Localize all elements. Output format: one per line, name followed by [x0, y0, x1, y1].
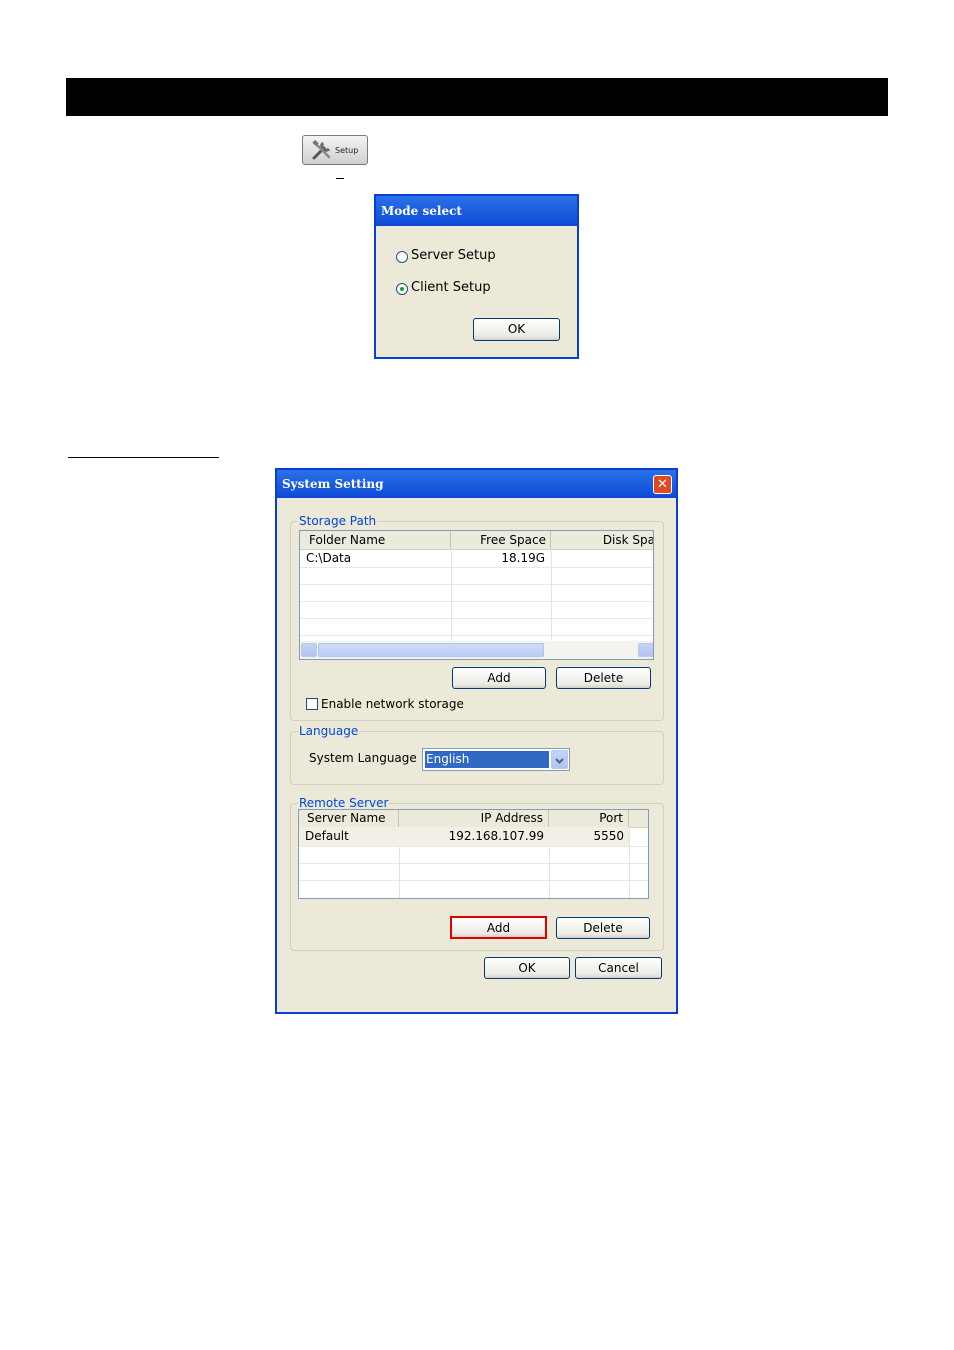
scroll-right-icon[interactable] [638, 643, 653, 657]
cancel-button[interactable]: Cancel [575, 957, 662, 979]
client-setup-radio[interactable] [396, 283, 408, 295]
row-divider [299, 846, 648, 847]
port-cell: 5550 [593, 829, 624, 843]
remote-add-button[interactable]: Add [450, 916, 547, 939]
system-setting-title-bar: System Setting ✕ [277, 470, 676, 498]
column-port[interactable]: Port [549, 810, 629, 827]
close-icon[interactable]: ✕ [653, 475, 672, 494]
chevron-down-icon[interactable] [551, 750, 568, 769]
section-underline [68, 457, 219, 458]
enable-network-storage-label: Enable network storage [321, 697, 464, 711]
column-server-name[interactable]: Server Name [299, 810, 399, 827]
scroll-left-icon[interactable] [301, 643, 317, 657]
column-folder-name[interactable]: Folder Name [300, 531, 451, 549]
table-row[interactable]: Default 192.168.107.99 5550 [299, 827, 629, 846]
client-setup-label: Client Setup [411, 280, 491, 295]
server-setup-label: Server Setup [411, 248, 496, 263]
column-ip-address[interactable]: IP Address [399, 810, 549, 827]
setup-button[interactable]: Setup [302, 135, 368, 165]
row-divider [300, 601, 653, 602]
storage-path-label: Storage Path [298, 514, 378, 528]
row-divider [299, 863, 648, 864]
remote-server-list[interactable]: Server Name IP Address Port Default 192.… [298, 809, 649, 899]
mode-select-title: Mode select [376, 196, 577, 226]
storage-list-header: Folder Name Free Space Disk Spa [300, 531, 653, 550]
underline-mark [336, 178, 344, 179]
tools-icon [312, 139, 331, 160]
storage-path-list[interactable]: Folder Name Free Space Disk Spa C:\Data … [299, 530, 654, 660]
row-divider [300, 584, 653, 585]
column-divider [551, 549, 552, 641]
system-language-select[interactable]: English [422, 748, 570, 771]
column-free-space[interactable]: Free Space [451, 531, 551, 549]
free-space-cell: 18.19G [501, 551, 545, 565]
row-divider [300, 635, 653, 636]
mode-ok-button[interactable]: OK [473, 318, 560, 341]
mode-select-dialog: Mode select Server Setup Client Setup OK [374, 194, 579, 359]
ip-address-cell: 192.168.107.99 [448, 829, 544, 843]
section-header-bar [66, 78, 888, 116]
scrollbar-thumb[interactable] [318, 643, 544, 657]
remote-server-label: Remote Server [298, 796, 390, 810]
setup-button-label: Setup [335, 145, 359, 155]
remote-list-header: Server Name IP Address Port [299, 810, 648, 828]
column-disk-space[interactable]: Disk Spa [551, 531, 653, 549]
system-setting-dialog: System Setting ✕ Storage Path Folder Nam… [275, 468, 678, 1014]
server-setup-radio[interactable] [396, 251, 408, 263]
folder-name-cell: C:\Data [306, 551, 352, 565]
row-divider [299, 880, 648, 881]
system-language-label: System Language [309, 751, 417, 765]
row-divider [300, 567, 653, 568]
language-label: Language [298, 724, 360, 738]
storage-delete-button[interactable]: Delete [556, 667, 651, 689]
enable-network-storage-checkbox[interactable] [306, 698, 318, 710]
storage-add-button[interactable]: Add [452, 667, 546, 689]
remote-delete-button[interactable]: Delete [556, 917, 650, 939]
system-setting-title: System Setting [282, 477, 384, 491]
server-name-cell: Default [305, 829, 349, 843]
system-language-value: English [425, 751, 549, 768]
horizontal-scrollbar[interactable] [300, 641, 653, 659]
ok-button[interactable]: OK [484, 957, 570, 979]
row-divider [300, 618, 653, 619]
